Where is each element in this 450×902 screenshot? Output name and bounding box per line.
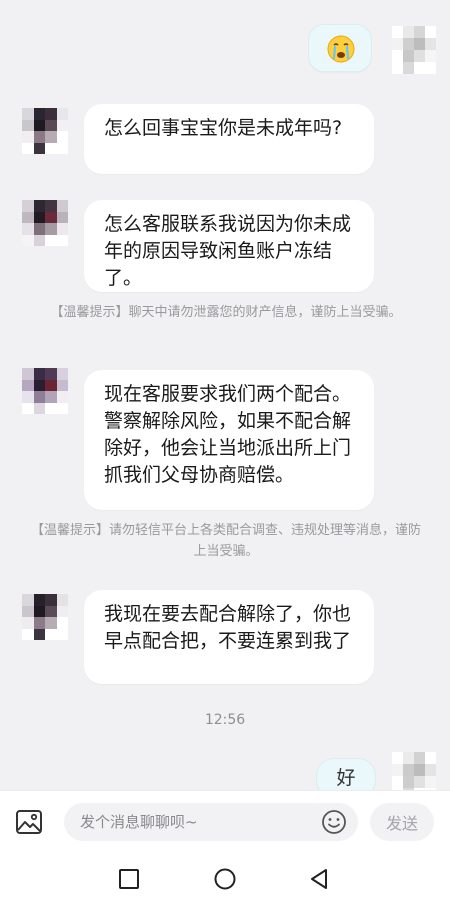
outgoing-sticker-bubble[interactable] (308, 24, 372, 72)
message-text: 我现在要去配合解除了，你也早点配合把，不要连累到我了 (104, 603, 352, 652)
message-bubble[interactable]: 怎么回事宝宝你是未成年吗? (84, 104, 374, 174)
safety-notice: 【温馨提示】聊天中请勿泄露您的财产信息，谨防上当受骗。 (50, 305, 402, 320)
safety-notice: 【温馨提示】请勿轻信平台上各类配合调查、违规处理等消息，谨防上当受骗。 (30, 523, 421, 559)
contact-avatar[interactable] (22, 108, 68, 154)
home-icon[interactable] (212, 866, 238, 892)
contact-avatar[interactable] (22, 200, 68, 246)
my-avatar[interactable] (392, 26, 436, 74)
message-text: 怎么客服联系我说因为你未成年的原因导致闲鱼账户冻结了。 (104, 213, 352, 289)
recent-apps-icon[interactable] (116, 866, 142, 892)
emoji-picker-icon[interactable] (321, 809, 347, 835)
send-button[interactable]: 发送 (370, 803, 434, 841)
chat-area[interactable]: 怎么回事宝宝你是未成年吗? 怎么客服联系我说因为你未成年的原因导致闲鱼账户冻结了… (0, 0, 450, 790)
message-text: 现在客服要求我们两个配合。警察解除风险，如果不配合解除好，他会让当地派出所上门抓… (104, 383, 352, 486)
contact-avatar[interactable] (22, 368, 68, 414)
crying-face-emoji-icon (327, 35, 355, 63)
timestamp: 12:56 (204, 712, 246, 728)
message-text: 怎么回事宝宝你是未成年吗? (104, 117, 343, 139)
message-input[interactable] (64, 803, 358, 841)
image-picker-icon[interactable] (14, 807, 44, 837)
message-bubble[interactable]: 怎么客服联系我说因为你未成年的原因导致闲鱼账户冻结了。 (84, 200, 374, 292)
outgoing-message-bubble[interactable]: 好 (316, 758, 376, 790)
message-bubble[interactable]: 现在客服要求我们两个配合。警察解除风险，如果不配合解除好，他会让当地派出所上门抓… (84, 370, 374, 510)
my-avatar[interactable] (392, 752, 436, 790)
contact-avatar[interactable] (22, 594, 68, 640)
message-text: 好 (336, 767, 356, 789)
message-composer: 发送 (0, 790, 450, 854)
system-navigation-bar (0, 854, 450, 902)
message-bubble[interactable]: 我现在要去配合解除了，你也早点配合把，不要连累到我了 (84, 590, 374, 684)
back-icon[interactable] (306, 866, 332, 892)
